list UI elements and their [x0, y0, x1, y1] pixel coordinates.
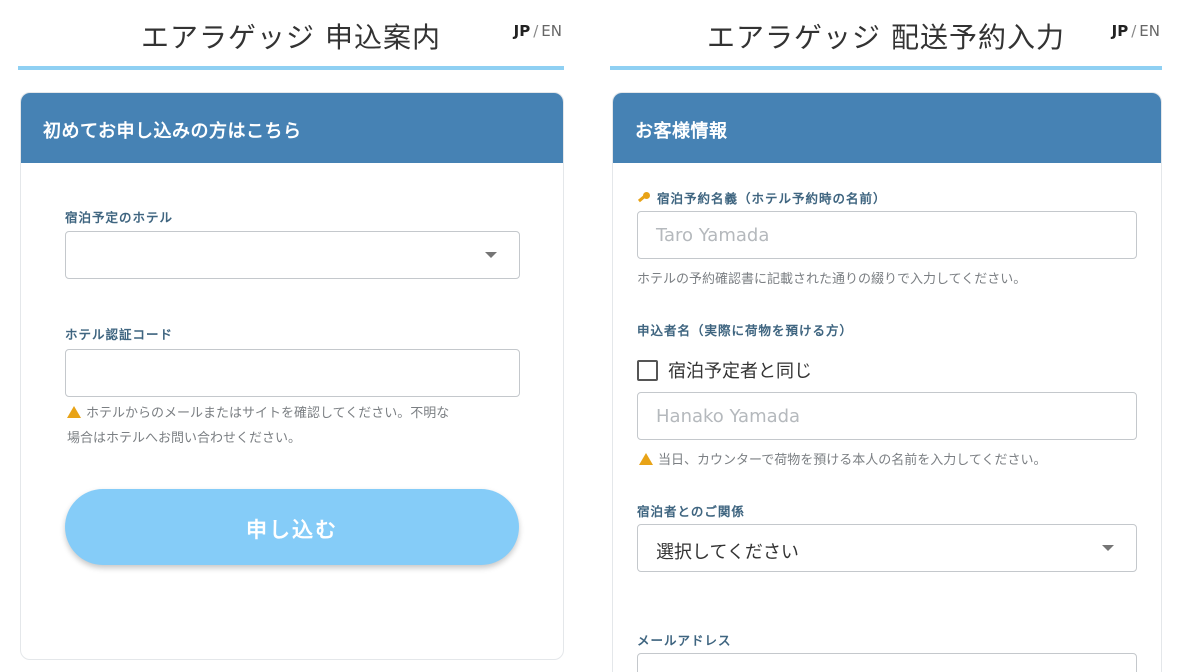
reservation-name-label: 宿泊予約名義（ホテル予約時の名前） [637, 188, 887, 207]
applicant-hint: 当日、カウンターで荷物を預ける本人の名前を入力してください。 [639, 448, 1046, 473]
auth-code-hint: ホテルからのメールまたはサイトを確認してください。不明な 場合はホテルへお問い合… [67, 401, 449, 451]
applicant-hint-text: 当日、カウンターで荷物を預ける本人の名前を入力してください。 [658, 453, 1047, 468]
reservation-name-input[interactable]: Taro Yamada [637, 211, 1137, 259]
language-switch: JP / EN [514, 22, 562, 40]
checkbox-icon[interactable] [637, 359, 658, 381]
auth-hint-line1: ホテルからのメールまたはサイトを確認してください。不明な [86, 406, 450, 421]
reservation-name-label-text: 宿泊予約名義（ホテル予約時の名前） [657, 191, 887, 206]
reservation-name-placeholder: Taro Yamada [656, 225, 770, 246]
same-as-guest-checkbox-row[interactable]: 宿泊予定者と同じ [637, 357, 812, 383]
application-guide-panel: エアラゲッジ 申込案内 JP / EN 初めてお申し込みの方はこちら 宿泊予定のホテ… [18, 0, 564, 660]
lang-en-link[interactable]: EN [541, 22, 562, 40]
header-bar: エアラゲッジ 配送予約入力 JP / EN [610, 0, 1162, 70]
delivery-reservation-panel: エアラゲッジ 配送予約入力 JP / EN お客様情報 宿泊予約名義（ホテル予約時の… [610, 0, 1162, 672]
auth-hint-line2: 場合はホテルへお問い合わせください。 [67, 431, 302, 446]
lang-jp-link[interactable]: JP [514, 22, 531, 40]
card-header: お客様情報 [613, 93, 1161, 163]
relation-select[interactable]: 選択してください [637, 524, 1137, 572]
first-application-card: 初めてお申し込みの方はこちら 宿泊予定のホテル ホテル認証コード ホテルからのメ… [20, 92, 564, 660]
warning-icon [67, 406, 81, 418]
auth-code-input[interactable] [65, 349, 520, 397]
header-bar: エアラゲッジ 申込案内 JP / EN [18, 0, 564, 70]
lang-separator: / [533, 22, 539, 40]
key-icon [637, 192, 651, 204]
lang-jp-link[interactable]: JP [1112, 22, 1129, 40]
lang-separator: / [1131, 22, 1137, 40]
language-switch: JP / EN [1112, 22, 1160, 40]
customer-info-card: お客様情報 宿泊予約名義（ホテル予約時の名前） Taro Yamada ホテルの… [612, 92, 1162, 672]
card-header: 初めてお申し込みの方はこちら [21, 93, 563, 163]
email-label: メールアドレス [637, 633, 732, 648]
page-title: エアラゲッジ 配送予約入力 [707, 21, 1065, 54]
warning-icon [639, 453, 653, 465]
chevron-down-icon [485, 252, 497, 258]
page-title: エアラゲッジ 申込案内 [141, 21, 441, 54]
hotel-label: 宿泊予定のホテル [65, 210, 174, 225]
applicant-name-input[interactable]: Hanako Yamada [637, 392, 1137, 440]
apply-button[interactable]: 申し込む [65, 489, 519, 565]
relation-label: 宿泊者とのご関係 [637, 504, 745, 519]
applicant-label: 申込者名（実際に荷物を預ける方） [637, 323, 854, 338]
email-input[interactable] [637, 653, 1137, 672]
auth-code-label: ホテル認証コード [65, 327, 174, 342]
same-as-guest-label: 宿泊予定者と同じ [668, 361, 812, 382]
relation-select-value: 選択してください [656, 542, 799, 563]
lang-en-link[interactable]: EN [1139, 22, 1160, 40]
applicant-name-placeholder: Hanako Yamada [656, 406, 801, 427]
hotel-select[interactable] [65, 231, 520, 279]
reservation-name-hint: ホテルの予約確認書に記載された通りの綴りで入力してください。 [637, 272, 1027, 287]
chevron-down-icon [1102, 545, 1114, 551]
